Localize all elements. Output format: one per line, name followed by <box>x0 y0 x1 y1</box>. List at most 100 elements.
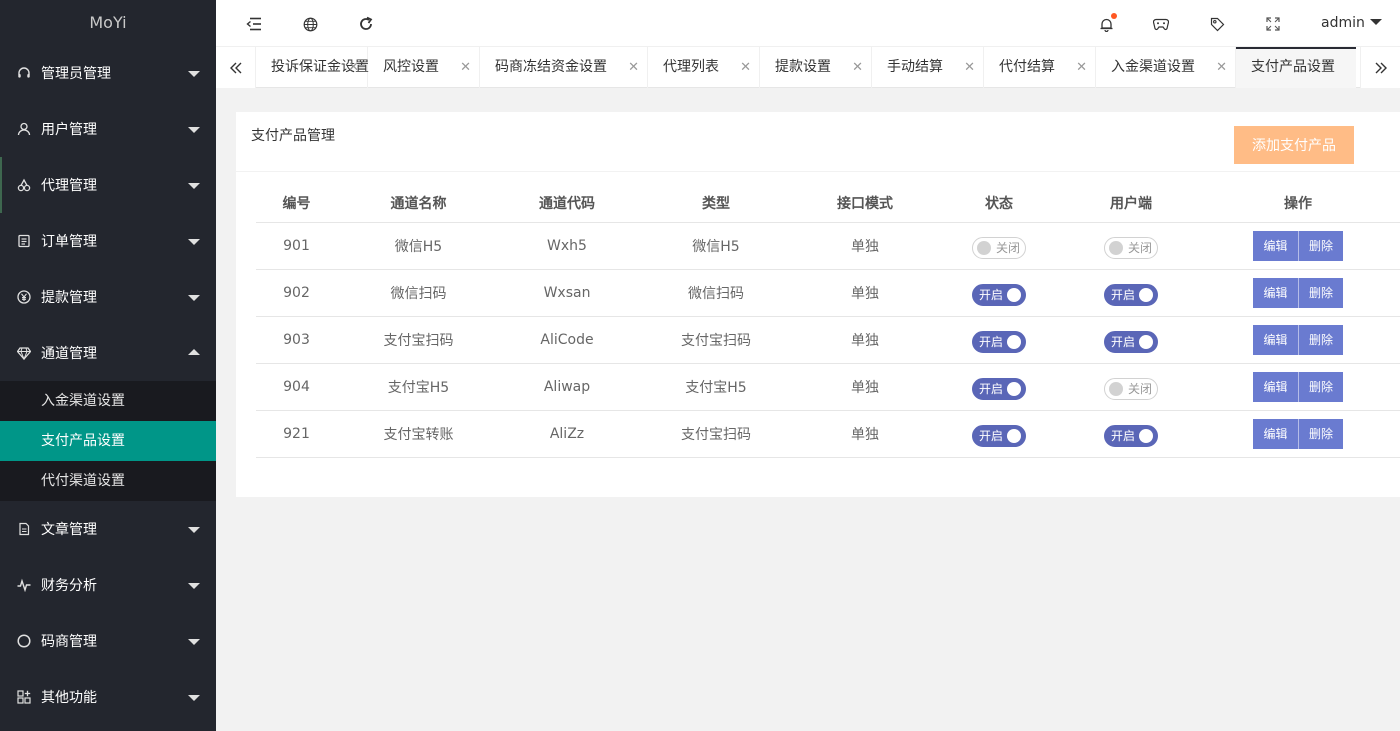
fullscreen-icon[interactable] <box>1263 14 1283 34</box>
delete-button[interactable]: 删除 <box>1298 277 1343 308</box>
card-title: 支付产品管理 <box>251 128 335 144</box>
cell-client: 开启 <box>1066 316 1196 364</box>
toggle-knob <box>1007 287 1021 302</box>
tabs-scroll-left-icon[interactable] <box>216 47 256 88</box>
tab-risk-control[interactable]: 风控设置 ✕ <box>368 47 480 88</box>
status-toggle[interactable]: 关闭 <box>972 236 1026 259</box>
chevron-up-icon <box>188 349 200 355</box>
sidebar-item-channels[interactable]: 通道管理 <box>0 325 216 381</box>
close-icon[interactable]: ✕ <box>348 47 359 88</box>
delete-button[interactable]: 删除 <box>1298 418 1343 449</box>
edit-button[interactable]: 编辑 <box>1253 277 1298 308</box>
toggle-label: 开启 <box>1111 428 1136 443</box>
chevron-down-icon <box>188 527 200 533</box>
close-icon[interactable]: ✕ <box>964 47 975 88</box>
client-toggle[interactable]: 开启 <box>1104 330 1158 353</box>
cell-channel-name: 微信H5 <box>337 222 500 270</box>
sidebar-item-admin[interactable]: 管理员管理 <box>0 45 216 101</box>
status-toggle[interactable]: 开启 <box>972 283 1026 306</box>
cell-mode: 单独 <box>798 410 932 458</box>
tab-merchant-freeze[interactable]: 码商冻结资金设置 ✕ <box>480 47 648 88</box>
sidebar-item-finance[interactable]: 财务分析 <box>0 557 216 613</box>
chevron-down-icon <box>188 639 200 645</box>
edit-button[interactable]: 编辑 <box>1253 371 1298 402</box>
tab-label: 代理列表 <box>663 59 719 75</box>
tab-label: 支付产品设置 <box>1251 59 1335 75</box>
close-icon[interactable]: ✕ <box>628 47 639 88</box>
close-icon[interactable]: ✕ <box>740 47 751 88</box>
sidebar-item-articles[interactable]: 文章管理 <box>0 501 216 557</box>
cell-actions: 编辑 删除 <box>1196 316 1400 364</box>
edit-button[interactable]: 编辑 <box>1253 418 1298 449</box>
sidebar-item-withdraw[interactable]: 提款管理 <box>0 269 216 325</box>
tabs-scroll-right-icon[interactable] <box>1360 47 1400 88</box>
client-toggle[interactable]: 关闭 <box>1104 236 1158 259</box>
table-header-row: 编号 通道名称 通道代码 类型 接口模式 状态 用户端 操作 <box>256 184 1400 223</box>
pulse-icon <box>16 577 32 593</box>
chevron-down-icon <box>188 295 200 301</box>
globe-icon[interactable] <box>300 14 320 34</box>
tab-payment-product[interactable]: 支付产品设置 <box>1236 47 1356 88</box>
cell-status: 开启 <box>932 316 1066 364</box>
collapse-menu-icon[interactable] <box>244 14 264 34</box>
app-logo: MoYi <box>0 0 216 45</box>
close-icon[interactable]: ✕ <box>852 47 863 88</box>
toggle-knob <box>977 240 991 255</box>
theme-palette-icon[interactable] <box>1151 14 1171 34</box>
bell-icon[interactable] <box>1096 13 1117 34</box>
tag-icon[interactable] <box>1207 14 1227 34</box>
cell-channel-code: Wxsan <box>500 269 634 317</box>
toggle-label: 关闭 <box>995 240 1020 255</box>
toggle-knob <box>1109 381 1123 396</box>
cell-id: 903 <box>256 316 337 364</box>
close-icon[interactable]: ✕ <box>1076 47 1087 88</box>
edit-button[interactable]: 编辑 <box>1253 230 1298 261</box>
sidebar-item-merchants[interactable]: 码商管理 <box>0 613 216 669</box>
user-menu[interactable]: admin <box>1321 15 1382 31</box>
cell-channel-code: Wxh5 <box>500 222 634 270</box>
toggle-label: 关闭 <box>1127 240 1152 255</box>
subnav-item-deposit-channel[interactable]: 入金渠道设置 <box>0 381 216 421</box>
edit-button[interactable]: 编辑 <box>1253 324 1298 355</box>
row-actions: 编辑 删除 <box>1253 230 1343 261</box>
toggle-label: 开启 <box>979 334 1004 349</box>
cell-id: 901 <box>256 222 337 270</box>
toggle-label: 关闭 <box>1127 381 1152 396</box>
cell-channel-code: Aliwap <box>500 363 634 411</box>
chevron-down-icon <box>1369 19 1382 25</box>
delete-button[interactable]: 删除 <box>1298 324 1343 355</box>
delete-button[interactable]: 删除 <box>1298 371 1343 402</box>
tab-payout-settlement[interactable]: 代付结算 ✕ <box>984 47 1096 88</box>
cell-actions: 编辑 删除 <box>1196 410 1400 458</box>
subnav-item-payout-channel[interactable]: 代付渠道设置 <box>0 461 216 501</box>
tab-deposit-channel[interactable]: 入金渠道设置 ✕ <box>1096 47 1236 88</box>
close-icon[interactable]: ✕ <box>1216 47 1227 88</box>
refresh-icon[interactable] <box>356 14 376 34</box>
tab-label: 风控设置 <box>383 59 439 75</box>
status-toggle[interactable]: 开启 <box>972 424 1026 447</box>
tab-complaint-deposit[interactable]: 投诉保证金设置 ✕ <box>256 47 369 88</box>
cell-status: 开启 <box>932 269 1066 317</box>
add-payment-product-button[interactable]: 添加支付产品 <box>1234 126 1354 164</box>
delete-button[interactable]: 删除 <box>1298 230 1343 261</box>
sidebar-item-label: 提款管理 <box>41 290 97 306</box>
row-actions: 编辑 删除 <box>1253 277 1343 308</box>
chevron-down-icon <box>188 239 200 245</box>
sidebar-item-label: 订单管理 <box>41 234 97 250</box>
client-toggle[interactable]: 关闭 <box>1104 377 1158 400</box>
tab-manual-settlement[interactable]: 手动结算 ✕ <box>872 47 984 88</box>
subnav-item-payment-product[interactable]: 支付产品设置 <box>0 421 216 461</box>
sidebar-item-agents[interactable]: 代理管理 <box>0 157 216 213</box>
status-toggle[interactable]: 开启 <box>972 377 1026 400</box>
tab-withdraw-settings[interactable]: 提款设置 ✕ <box>760 47 872 88</box>
sidebar-item-users[interactable]: 用户管理 <box>0 101 216 157</box>
tab-label: 入金渠道设置 <box>1111 59 1195 75</box>
sidebar-item-other[interactable]: 其他功能 <box>0 669 216 725</box>
sidebar-item-orders[interactable]: 订单管理 <box>0 213 216 269</box>
client-toggle[interactable]: 开启 <box>1104 424 1158 447</box>
tab-agent-list[interactable]: 代理列表 ✕ <box>648 47 760 88</box>
status-toggle[interactable]: 开启 <box>972 330 1026 353</box>
client-toggle[interactable]: 开启 <box>1104 283 1158 306</box>
close-icon[interactable]: ✕ <box>460 47 471 88</box>
column-header: 编号 <box>256 184 337 223</box>
